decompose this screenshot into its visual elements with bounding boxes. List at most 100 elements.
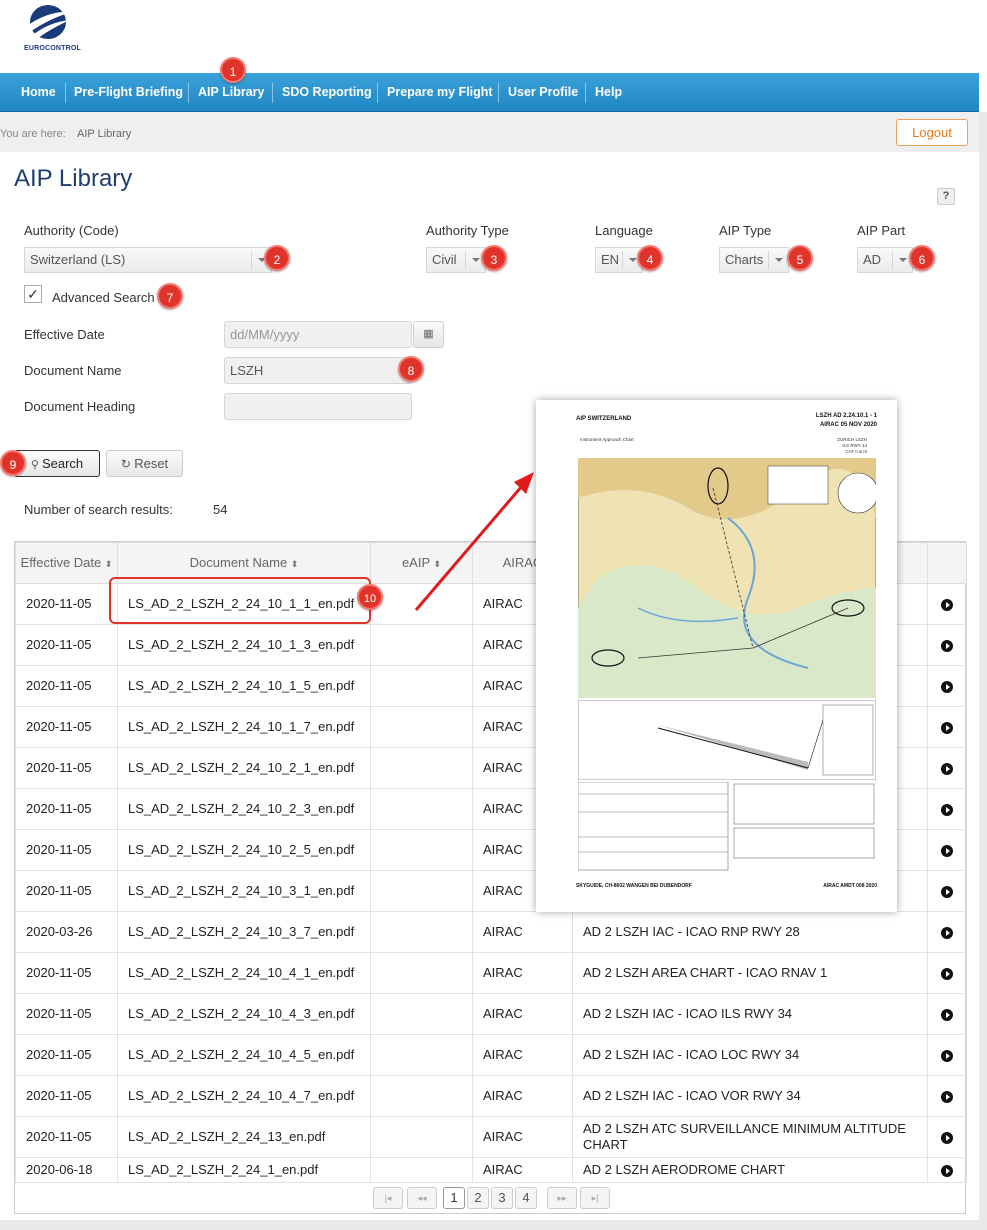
- minima-table: [578, 782, 875, 871]
- nav-prepare-my-flight[interactable]: Prepare my Flight: [387, 73, 493, 112]
- document-name-cell[interactable]: LS_AD_2_LSZH_2_24_10_1_5_en.pdf: [117, 665, 371, 707]
- open-document-cell[interactable]: [927, 952, 967, 994]
- effective-date-cell: 2020-11-05: [15, 993, 118, 1035]
- next-page-button[interactable]: ▸▸: [547, 1187, 577, 1209]
- effective-date-cell: 2020-11-05: [15, 583, 118, 625]
- open-document-cell[interactable]: [927, 911, 967, 953]
- document-name-input[interactable]: LSZH: [224, 357, 412, 384]
- document-name-cell[interactable]: LS_AD_2_LSZH_2_24_10_2_5_en.pdf: [117, 829, 371, 871]
- play-circle-icon[interactable]: [941, 1049, 953, 1062]
- document-name-cell[interactable]: LS_AD_2_LSZH_2_24_10_1_3_en.pdf: [117, 624, 371, 666]
- language-select[interactable]: EN: [595, 247, 643, 273]
- prev-page-button[interactable]: ◂◂: [407, 1187, 437, 1209]
- table-row[interactable]: 2020-11-05 LS_AD_2_LSZH_2_24_13_en.pdf AIR…: [15, 1116, 967, 1158]
- effective-date-cell: 2020-11-05: [15, 1116, 118, 1158]
- column-header-effective-date[interactable]: Effective Date ⬍: [15, 542, 118, 584]
- play-circle-icon[interactable]: [941, 1131, 953, 1144]
- aip-type-select[interactable]: Charts: [719, 247, 789, 273]
- effective-date-label: Effective Date: [24, 327, 105, 342]
- play-circle-icon[interactable]: [941, 721, 953, 734]
- table-row[interactable]: 2020-11-05 LS_AD_2_LSZH_2_24_10_4_1_en.pd…: [15, 952, 967, 994]
- document-name-cell[interactable]: LS_AD_2_LSZH_2_24_13_en.pdf: [117, 1116, 371, 1158]
- help-button[interactable]: ?: [937, 188, 955, 205]
- effective-date-input[interactable]: dd/MM/yyyy: [224, 321, 412, 348]
- page-button[interactable]: 2: [467, 1187, 489, 1209]
- play-circle-icon[interactable]: [941, 926, 953, 939]
- table-row[interactable]: 2020-11-05 LS_AD_2_LSZH_2_24_10_4_7_en.pd…: [15, 1075, 967, 1117]
- nav-help[interactable]: Help: [595, 73, 622, 112]
- play-circle-icon[interactable]: [941, 967, 953, 980]
- document-name-cell[interactable]: LS_AD_2_LSZH_2_24_10_4_5_en.pdf: [117, 1034, 371, 1076]
- advanced-search-label[interactable]: Advanced Search: [52, 290, 155, 305]
- table-row[interactable]: 2020-06-18 LS_AD_2_LSZH_2_24_1_en.pdf AIRA…: [15, 1157, 967, 1183]
- open-document-cell[interactable]: [927, 1075, 967, 1117]
- nav-user-profile[interactable]: User Profile: [508, 73, 578, 112]
- table-row[interactable]: 2020-11-05 LS_AD_2_LSZH_2_24_10_4_5_en.pd…: [15, 1034, 967, 1076]
- page-button[interactable]: 3: [491, 1187, 513, 1209]
- open-document-cell[interactable]: [927, 583, 967, 625]
- effective-date-cell: 2020-06-18: [15, 1157, 118, 1183]
- open-document-cell[interactable]: [927, 624, 967, 666]
- nav-sdo-reporting[interactable]: SDO Reporting: [282, 73, 372, 112]
- annotation-badge: 4: [637, 245, 663, 271]
- eaip-cell: [370, 870, 473, 912]
- nav-pre-flight-briefing[interactable]: Pre-Flight Briefing: [74, 73, 183, 112]
- document-name-cell[interactable]: LS_AD_2_LSZH_2_24_10_2_3_en.pdf: [117, 788, 371, 830]
- reset-button[interactable]: ↻ Reset: [106, 450, 183, 477]
- table-row[interactable]: 2020-11-05 LS_AD_2_LSZH_2_24_10_4_3_en.pd…: [15, 993, 967, 1035]
- play-circle-icon[interactable]: [941, 1164, 953, 1177]
- main-navbar: Home Pre-Flight Briefing AIP Library SDO…: [0, 73, 979, 112]
- page-button[interactable]: 1: [443, 1187, 465, 1209]
- authority-type-value: Civil: [432, 252, 457, 267]
- page-button[interactable]: 4: [515, 1187, 537, 1209]
- open-document-cell[interactable]: [927, 747, 967, 789]
- column-header-actions: [927, 542, 967, 584]
- open-document-cell[interactable]: [927, 1034, 967, 1076]
- play-circle-icon[interactable]: [941, 762, 953, 775]
- search-button[interactable]: ⚲ Search: [14, 450, 100, 477]
- annotation-badge: 6: [909, 245, 935, 271]
- document-heading-input[interactable]: [224, 393, 412, 420]
- aip-part-value: AD: [863, 252, 882, 267]
- play-circle-icon[interactable]: [941, 803, 953, 816]
- authority-select[interactable]: Switzerland (LS): [24, 247, 272, 273]
- play-circle-icon[interactable]: [941, 639, 953, 652]
- first-page-button[interactable]: |◂: [373, 1187, 403, 1209]
- document-name-cell[interactable]: LS_AD_2_LSZH_2_24_1_en.pdf: [117, 1157, 371, 1183]
- language-label: Language: [595, 223, 653, 238]
- breadcrumb-current[interactable]: AIP Library: [77, 128, 131, 140]
- authority-label: Authority (Code): [24, 223, 119, 238]
- play-circle-icon[interactable]: [941, 680, 953, 693]
- advanced-search-checkbox[interactable]: ✓: [24, 285, 42, 303]
- play-circle-icon[interactable]: [941, 1008, 953, 1021]
- open-document-cell[interactable]: [927, 993, 967, 1035]
- play-circle-icon[interactable]: [941, 885, 953, 898]
- annotation-badge: 2: [264, 245, 290, 271]
- aip-part-select[interactable]: AD: [857, 247, 913, 273]
- open-document-cell[interactable]: [927, 665, 967, 707]
- nav-home[interactable]: Home: [21, 73, 56, 112]
- last-page-button[interactable]: ▸|: [580, 1187, 610, 1209]
- open-document-cell[interactable]: [927, 829, 967, 871]
- play-circle-icon[interactable]: [941, 844, 953, 857]
- open-document-cell[interactable]: [927, 788, 967, 830]
- document-name-cell[interactable]: LS_AD_2_LSZH_2_24_10_1_7_en.pdf: [117, 706, 371, 748]
- table-row[interactable]: 2020-03-26 LS_AD_2_LSZH_2_24_10_3_7_en.pd…: [15, 911, 967, 953]
- annotation-badge: 3: [481, 245, 507, 271]
- document-name-cell[interactable]: LS_AD_2_LSZH_2_24_10_3_7_en.pdf: [117, 911, 371, 953]
- open-document-cell[interactable]: [927, 1157, 967, 1183]
- play-circle-icon[interactable]: [941, 598, 953, 611]
- document-name-cell[interactable]: LS_AD_2_LSZH_2_24_10_4_7_en.pdf: [117, 1075, 371, 1117]
- document-name-cell[interactable]: LS_AD_2_LSZH_2_24_10_2_1_en.pdf: [117, 747, 371, 789]
- calendar-button[interactable]: ▦: [413, 321, 444, 348]
- open-document-cell[interactable]: [927, 706, 967, 748]
- open-document-cell[interactable]: [927, 1116, 967, 1158]
- document-name-cell[interactable]: LS_AD_2_LSZH_2_24_10_4_3_en.pdf: [117, 993, 371, 1035]
- effective-date-cell: 2020-11-05: [15, 1075, 118, 1117]
- play-circle-icon[interactable]: [941, 1090, 953, 1103]
- document-name-cell[interactable]: LS_AD_2_LSZH_2_24_10_4_1_en.pdf: [117, 952, 371, 994]
- logout-button[interactable]: Logout: [896, 119, 968, 146]
- authority-type-select[interactable]: Civil: [426, 247, 486, 273]
- open-document-cell[interactable]: [927, 870, 967, 912]
- document-name-cell[interactable]: LS_AD_2_LSZH_2_24_10_3_1_en.pdf: [117, 870, 371, 912]
